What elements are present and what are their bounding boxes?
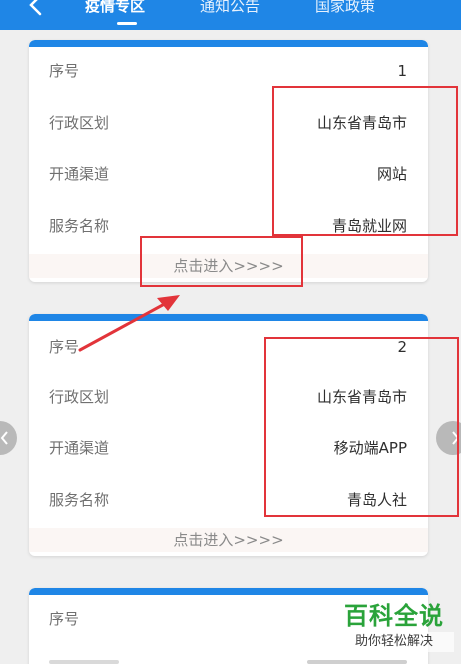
row-value: 青岛人社 [346, 491, 407, 509]
row-label-partial [49, 660, 119, 664]
tab-notices[interactable]: 通知公告 [200, 0, 260, 18]
enter-link[interactable]: 点击进入>>>> [29, 254, 428, 278]
active-tab-indicator [117, 22, 137, 25]
row-value: 山东省青岛市 [316, 388, 407, 406]
tab-epidemic[interactable]: 疫情专区 [85, 0, 145, 18]
top-tab-bar: 疫情专区 通知公告 国家政策 [0, 0, 461, 30]
row-channel: 开通渠道 网站 [29, 160, 428, 188]
row-channel: 开通渠道 移动端APP [29, 434, 428, 462]
row-value-partial [307, 660, 407, 664]
service-card-1: 序号 1 行政区划 山东省青岛市 开通渠道 网站 服务名称 青岛就业网 点击进入… [29, 40, 428, 282]
row-value: 2 [397, 338, 407, 356]
row-value: 1 [397, 62, 407, 80]
service-card-2: 序号 2 行政区划 山东省青岛市 开通渠道 移动端APP 服务名称 青岛人社 点… [29, 314, 428, 556]
back-arrow-icon[interactable] [26, 0, 48, 16]
row-service-name: 服务名称 青岛就业网 [29, 212, 428, 240]
row-label: 开通渠道 [49, 165, 110, 183]
watermark-subtitle: 助你轻松解决 [334, 632, 454, 652]
chevron-left-icon [0, 431, 8, 445]
row-label: 序号 [49, 338, 80, 356]
row-label: 行政区划 [49, 114, 110, 132]
row-value: 青岛就业网 [331, 217, 407, 235]
row-serial: 序号 2 [29, 333, 428, 361]
row-service-name: 服务名称 青岛人社 [29, 486, 428, 514]
row-label: 服务名称 [49, 491, 110, 509]
row-region: 行政区划 山东省青岛市 [29, 383, 428, 411]
row-label: 序号 [49, 62, 80, 80]
row-value: 网站 [376, 165, 407, 183]
prev-arrow-button[interactable] [0, 421, 17, 455]
enter-link[interactable]: 点击进入>>>> [29, 528, 428, 552]
row-label: 序号 [49, 610, 80, 628]
row-value: 移动端APP [333, 439, 407, 457]
watermark-logo: 百科全说 助你轻松解决 [334, 600, 454, 660]
card-top-bar [29, 40, 428, 47]
row-serial: 序号 1 [29, 57, 428, 85]
next-arrow-button[interactable] [436, 421, 461, 455]
row-value: 山东省青岛市 [316, 114, 407, 132]
row-label: 服务名称 [49, 217, 110, 235]
card-top-bar [29, 588, 428, 595]
card-top-bar [29, 314, 428, 321]
watermark-title: 百科全说 [344, 602, 444, 630]
row-region: 行政区划 山东省青岛市 [29, 109, 428, 137]
tab-national-policy[interactable]: 国家政策 [315, 0, 375, 18]
chevron-right-icon [452, 431, 460, 445]
row-label: 开通渠道 [49, 439, 110, 457]
row-label: 行政区划 [49, 388, 110, 406]
